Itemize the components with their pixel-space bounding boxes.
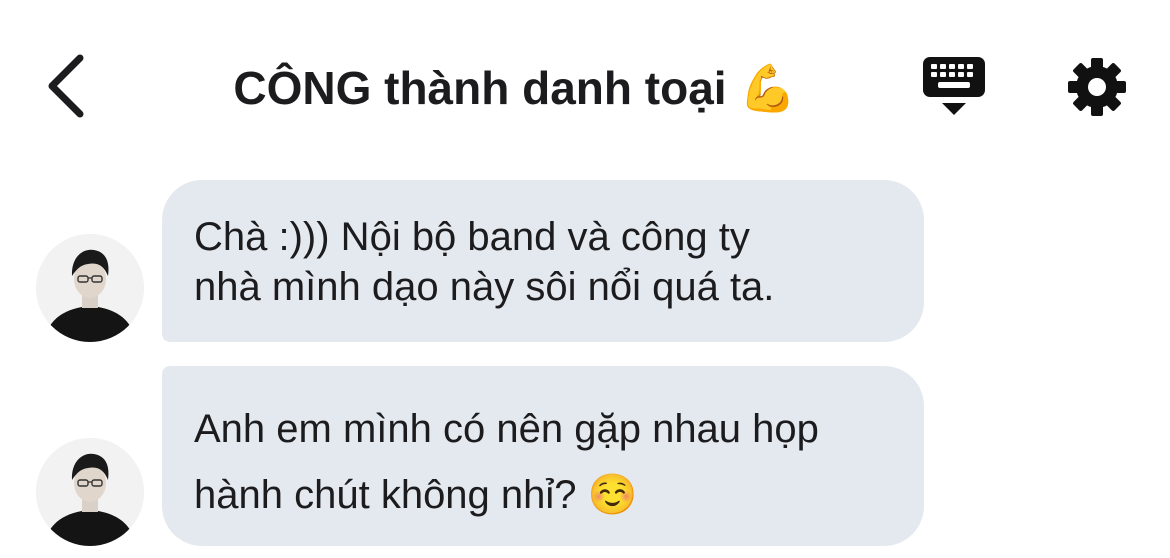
message-text-line: Chà :))) Nội bộ band và công ty <box>194 215 750 259</box>
profile-photo <box>36 438 144 546</box>
message-bubble[interactable]: Anh em mình có nên gặp nhau họp hành chú… <box>162 366 924 546</box>
back-button[interactable] <box>40 50 96 122</box>
profile-photo <box>36 234 144 342</box>
chat-screen: CÔNG thành danh toại 💪 Chà:))) Nội bộ b… <box>0 0 1170 558</box>
chat-header: CÔNG thành danh toại 💪 <box>0 0 1170 170</box>
keyboard-icon <box>923 57 985 115</box>
gear-icon <box>1068 58 1126 116</box>
avatar[interactable] <box>36 438 144 546</box>
message-bubble[interactable]: Chà :))) Nội bộ band và công ty nhà mình… <box>162 180 924 342</box>
chevron-left-icon <box>48 54 84 118</box>
message-text-line: Anh em mình có nên gặp nhau họp <box>194 407 819 451</box>
settings-button[interactable] <box>1066 56 1128 118</box>
keyboard-button[interactable] <box>920 55 988 119</box>
chat-title-text: CÔNG thành danh toại <box>233 62 727 114</box>
avatar[interactable] <box>36 234 144 342</box>
flexed-biceps-emoji: 💪 <box>739 62 797 114</box>
message-text-line: nhà mình dạo này sôi nổi quá ta. <box>194 265 775 309</box>
message-text-line: hành chút không nhỉ? ☺️ <box>194 473 638 517</box>
chat-title: CÔNG thành danh toại 💪 <box>180 60 850 116</box>
